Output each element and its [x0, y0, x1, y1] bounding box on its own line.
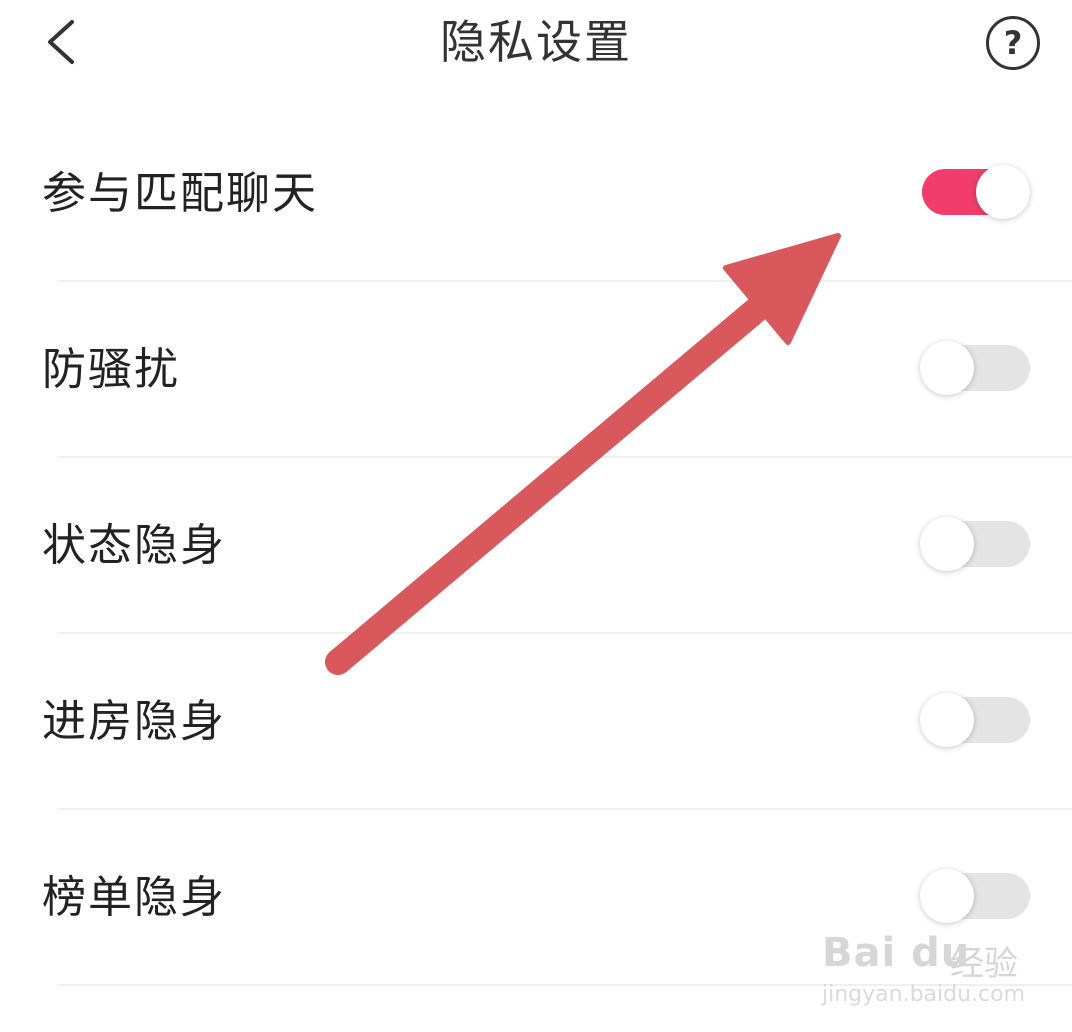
- question-circle-icon: ?: [1003, 24, 1023, 62]
- setting-row-match-chat: 参与匹配聊天: [0, 106, 1072, 282]
- toggle-knob: [976, 165, 1030, 219]
- setting-label: 榜单隐身: [42, 872, 226, 923]
- match-chat-toggle[interactable]: [922, 165, 1030, 219]
- toggle-knob: [920, 341, 974, 395]
- help-button[interactable]: ?: [986, 16, 1040, 70]
- setting-label: 进房隐身: [42, 696, 226, 747]
- toggle-knob: [920, 869, 974, 923]
- settings-list: 参与匹配聊天 防骚扰 状态隐身 进房隐身 榜单隐身: [0, 106, 1072, 986]
- toggle-knob: [920, 693, 974, 747]
- ranking-invisible-toggle[interactable]: [920, 869, 1030, 923]
- status-invisible-toggle[interactable]: [920, 517, 1030, 571]
- setting-row-anti-harassment: 防骚扰: [0, 282, 1072, 458]
- watermark-logo: Bai du: [822, 930, 971, 976]
- header-bar: 隐私设置 ?: [0, 0, 1072, 90]
- watermark: Bai du 经验 jingyan.baidu.com: [822, 916, 1062, 1016]
- watermark-url: jingyan.baidu.com: [822, 982, 1026, 1007]
- watermark-brand: 经验: [950, 944, 1018, 984]
- anti-harassment-toggle[interactable]: [920, 341, 1030, 395]
- page-title: 隐私设置: [440, 15, 632, 69]
- setting-label: 参与匹配聊天: [42, 168, 318, 219]
- room-invisible-toggle[interactable]: [920, 693, 1030, 747]
- toggle-knob: [920, 517, 974, 571]
- setting-row-room-invisible: 进房隐身: [0, 634, 1072, 810]
- setting-label: 状态隐身: [42, 520, 226, 571]
- setting-label: 防骚扰: [42, 344, 180, 395]
- setting-row-status-invisible: 状态隐身: [0, 458, 1072, 634]
